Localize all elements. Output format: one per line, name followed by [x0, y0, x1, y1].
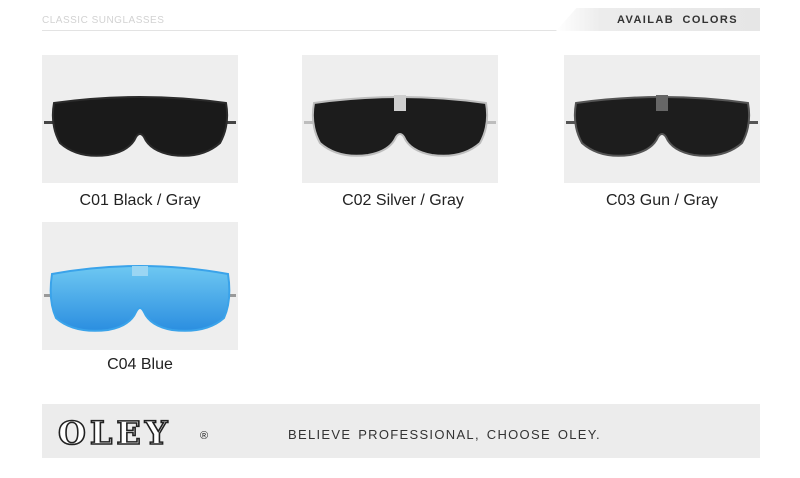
sunglasses-gun-gray-image [566, 95, 758, 157]
caption-c02: C02 Silver / Gray [342, 192, 464, 209]
colors-title: AVAILAB COLORS [617, 14, 738, 26]
caption-c04: C04 Blue [107, 356, 173, 373]
sunglasses-blue-image [44, 265, 236, 332]
section-label: CLASSIC SUNGLASSES [42, 15, 165, 26]
brand-slogan: BELIEVE PROFESSIONAL, CHOOSE OLEY. [288, 427, 601, 442]
sunglasses-silver-gray-image [304, 95, 496, 157]
product-image-c01[interactable] [42, 55, 238, 183]
caption-c03: C03 Gun / Gray [605, 192, 719, 209]
registered-mark: ® [200, 430, 209, 442]
caption-c01: C01 Black / Gray [79, 192, 201, 209]
product-image-c02[interactable] [302, 55, 498, 183]
sunglasses-black-gray-image [44, 96, 236, 157]
product-image-c03[interactable] [564, 55, 760, 183]
oley-logo: OLEY [57, 413, 172, 453]
product-image-c04[interactable] [42, 222, 238, 350]
brand-footer: OLEY ® BELIEVE PROFESSIONAL, CHOOSE OLEY… [42, 404, 760, 458]
